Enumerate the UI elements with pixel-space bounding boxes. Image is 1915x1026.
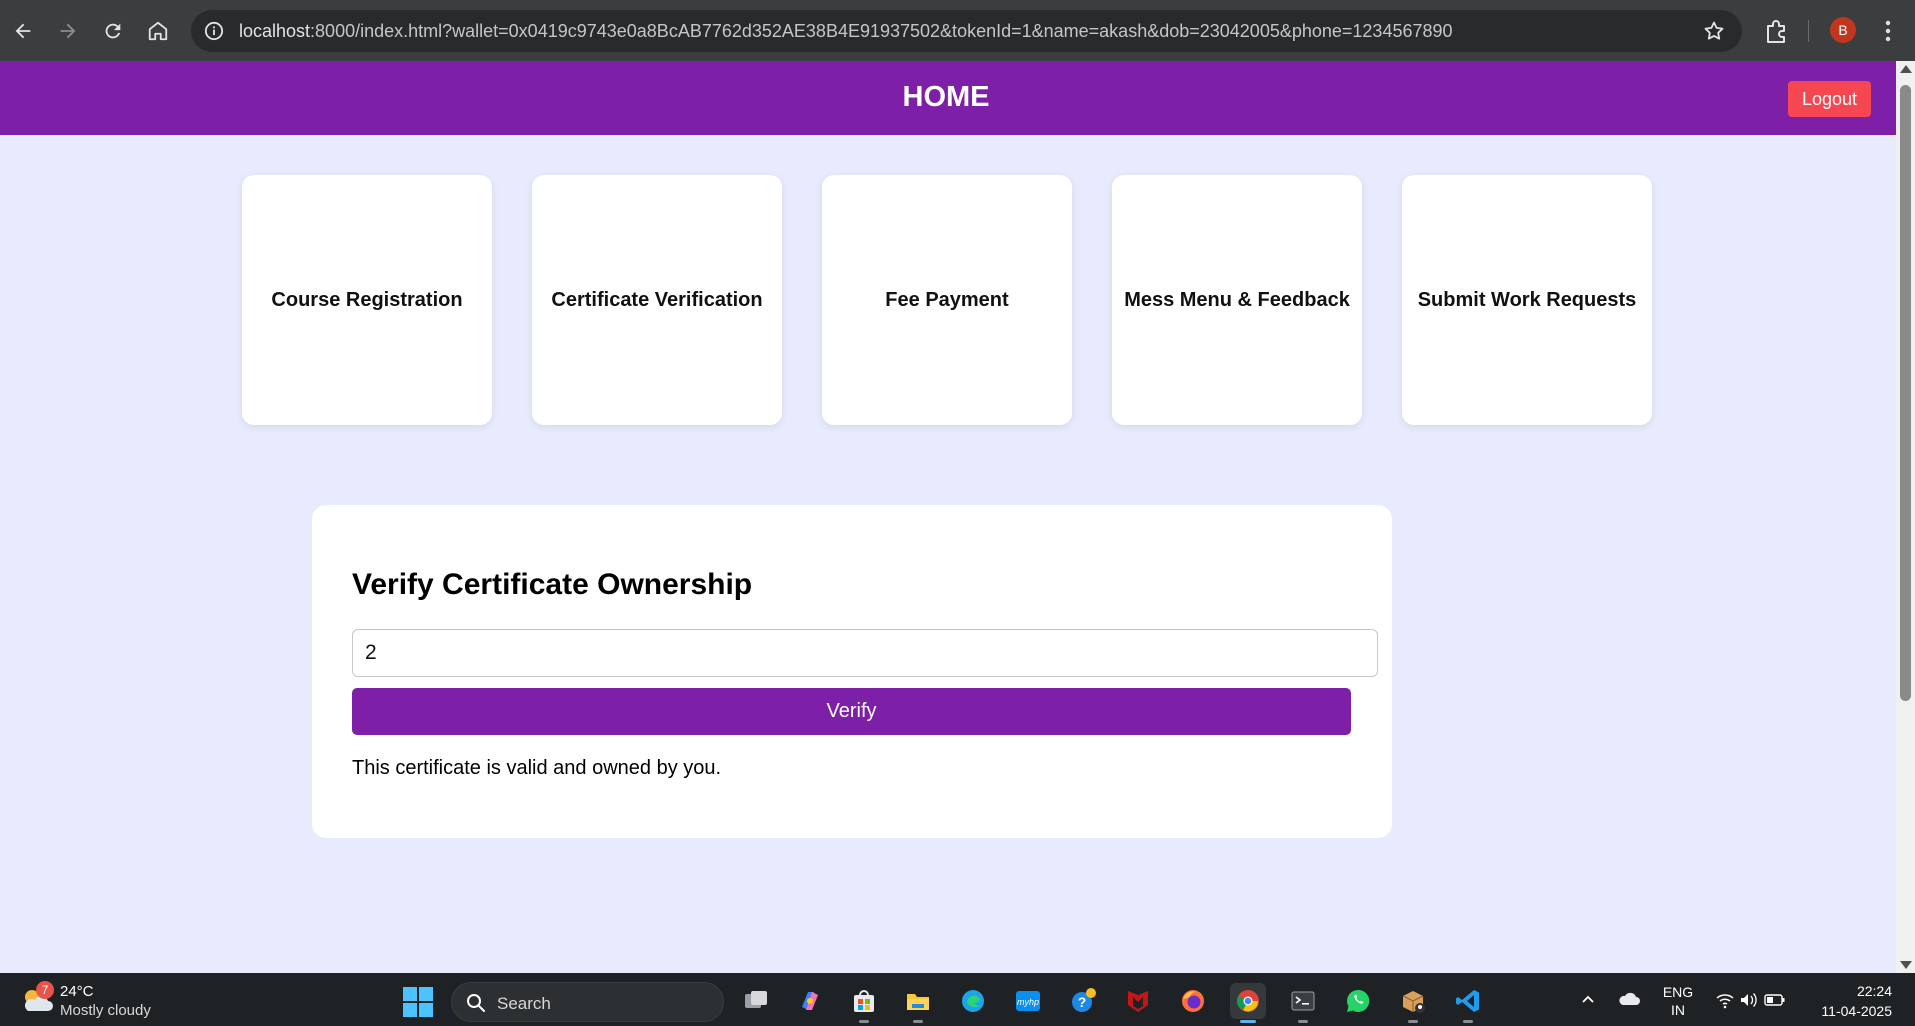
firefox-icon[interactable] [1175,983,1211,1019]
running-indicator [859,1020,869,1023]
card-course-registration[interactable]: Course Registration [242,175,492,425]
input-language-indicator[interactable]: ENG IN [1660,983,1696,1019]
terminal-icon[interactable] [1285,983,1321,1023]
top-navbar: HOME Logout [0,61,1896,135]
search-label: Search [497,994,551,1013]
language-code: ENG [1662,984,1694,1000]
address-bar[interactable]: localhost:8000/index.html?wallet=0x0419c… [191,10,1742,52]
running-indicator [1463,1020,1473,1023]
token-id-input[interactable] [352,629,1378,677]
reload-icon [105,23,120,38]
show-hidden-icons-chevron-icon[interactable] [1580,991,1596,1007]
logout-button[interactable]: Logout [1788,81,1871,117]
mcafee-icon[interactable] [1120,983,1156,1019]
svg-text:?: ? [1078,994,1087,1010]
whatsapp-icon[interactable] [1340,983,1376,1019]
help-icon[interactable]: ? [1065,983,1101,1019]
card-certificate-verification[interactable]: Certificate Verification [532,175,782,425]
taskbar-search[interactable]: Search [451,982,724,1022]
task-view-icon[interactable] [738,983,774,1019]
browser-toolbar: localhost:8000/index.html?wallet=0x0419c… [0,0,1915,61]
verify-certificate-panel: Verify Certificate Ownership Verify This… [312,505,1392,838]
weather-widget[interactable]: 7 24°C Mostly cloudy [16,979,216,1021]
verify-heading: Verify Certificate Ownership [352,568,753,601]
scrollbar-thumb[interactable] [1900,85,1911,701]
microsoft-store-icon[interactable] [846,983,882,1023]
card-fee-payment[interactable]: Fee Payment [822,175,1072,425]
verify-button[interactable]: Verify [352,688,1351,735]
weather-description: Mostly cloudy [60,1002,151,1019]
region-code: IN [1671,1002,1685,1018]
browser-menu-icon[interactable] [1880,18,1896,44]
scroll-down-arrow-icon[interactable] [1900,961,1912,969]
svg-text:myhp: myhp [1017,997,1039,1007]
forward-arrow-icon [60,23,75,38]
battery-icon [1764,994,1785,1006]
home-button[interactable] [135,0,180,61]
forward-button[interactable] [45,0,90,61]
back-button[interactable] [0,0,45,61]
clock-date: 11-04-2025 [1821,1003,1892,1019]
page-title: HOME [902,81,990,113]
myhp-icon[interactable]: myhp [1010,983,1046,1019]
verify-result-text: This certificate is valid and owned by y… [352,757,722,779]
running-indicator [1298,1020,1308,1023]
back-arrow-icon [15,23,30,38]
bookmark-star-icon[interactable] [1702,19,1726,43]
vscode-icon[interactable] [1450,983,1486,1023]
windows-start-icon[interactable] [403,987,433,1017]
ubuntu-package-icon[interactable] [1395,983,1431,1023]
home-icon [148,21,167,40]
active-indicator [1240,1020,1256,1023]
file-explorer-icon[interactable] [900,983,936,1023]
weather-temperature: 24°C [60,983,94,1000]
volume-icon [1741,993,1757,1007]
toolbar-divider [1808,20,1809,42]
quick-settings-icons[interactable] [1715,990,1787,1010]
onedrive-cloud-icon[interactable] [1617,991,1641,1007]
system-clock[interactable]: 22:24 11-04-2025 [1800,981,1892,1021]
profile-avatar[interactable]: B [1830,17,1856,43]
search-icon [467,994,485,1012]
page-scrollbar[interactable] [1896,61,1915,973]
extensions-icon[interactable] [1764,18,1790,44]
url-text: localhost:8000/index.html?wallet=0x0419c… [239,21,1453,42]
url-host: localhost [239,20,311,41]
edge-icon[interactable] [955,983,991,1019]
running-indicator [1408,1020,1418,1023]
wifi-icon [1716,994,1734,1009]
chrome-icon[interactable] [1230,983,1266,1023]
clock-time: 22:24 [1856,983,1892,999]
copilot-icon[interactable] [792,983,828,1019]
running-indicator [913,1020,923,1023]
reload-button[interactable] [90,0,135,61]
card-mess-menu-feedback[interactable]: Mess Menu & Feedback [1112,175,1362,425]
weather-badge: 7 [36,981,54,999]
card-submit-work-requests[interactable]: Submit Work Requests [1402,175,1652,425]
url-path: :8000/index.html?wallet=0x0419c9743e0a8B… [310,20,1453,41]
windows-taskbar: 7 24°C Mostly cloudy Search myhp ? ENG I… [0,973,1915,1026]
scroll-up-arrow-icon[interactable] [1900,65,1912,73]
page-viewport: HOME Logout Course Registration Certific… [0,61,1896,973]
site-info-icon[interactable] [203,20,225,42]
